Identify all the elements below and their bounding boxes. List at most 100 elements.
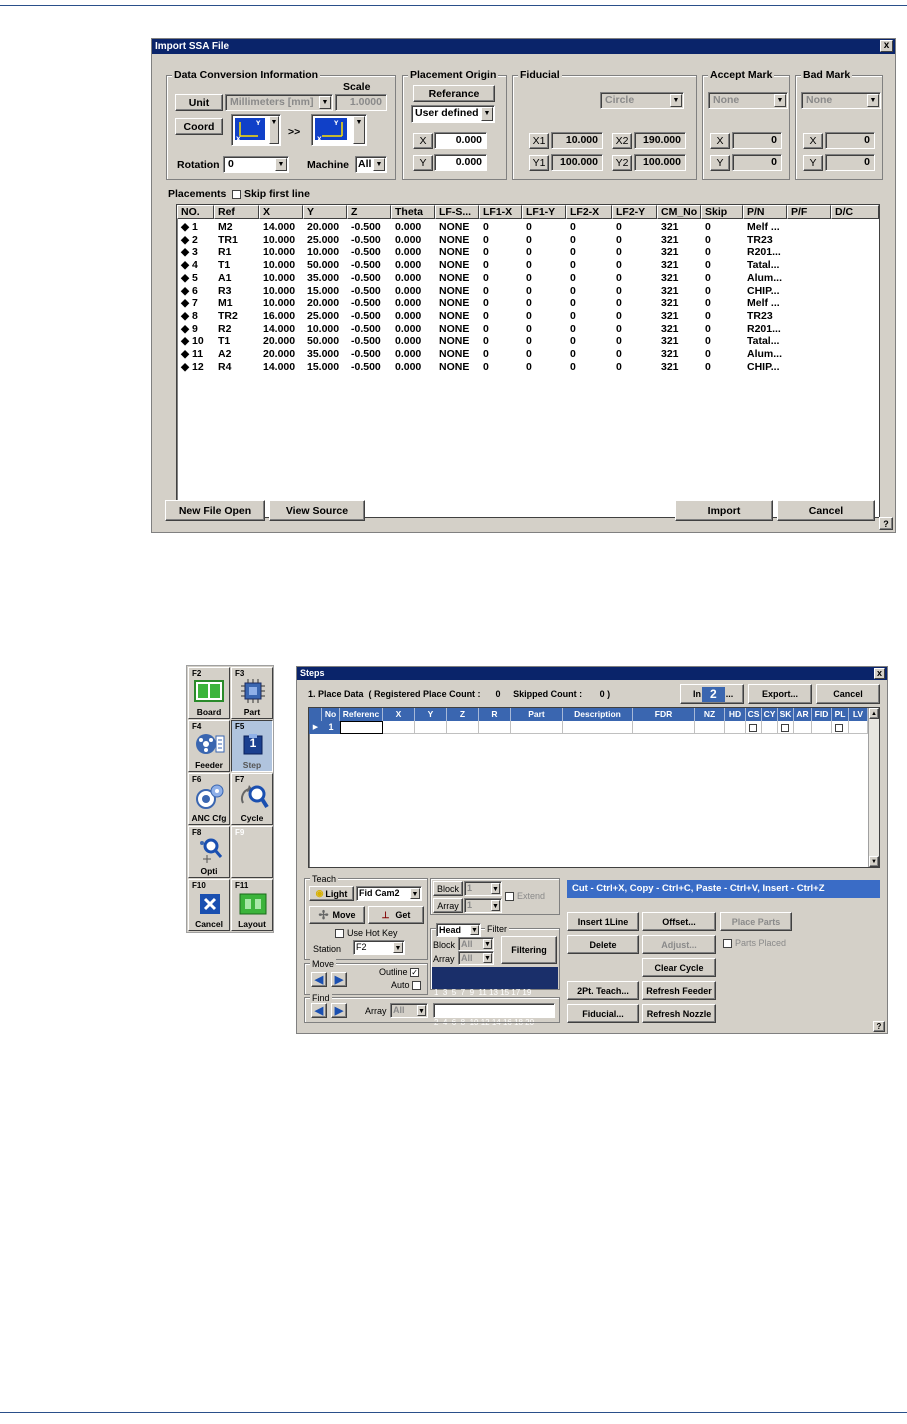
column-header[interactable]: Y [303, 205, 347, 219]
grid-column-header[interactable]: FDR [633, 708, 695, 721]
grid-column-header[interactable]: HD [725, 708, 746, 721]
grid-cell[interactable] [832, 721, 849, 734]
array-select[interactable]: 1 ▼ [464, 898, 502, 913]
auto-checkbox[interactable]: Auto [391, 979, 424, 992]
grid-cell[interactable] [633, 721, 695, 734]
grid-cell[interactable] [725, 721, 746, 734]
grid-cell[interactable] [511, 721, 563, 734]
camera-select[interactable]: Fid Cam2 ▼ [356, 886, 422, 901]
part-button[interactable]: F3 Part [231, 667, 273, 719]
grid-cell[interactable] [447, 721, 479, 734]
column-header[interactable]: P/N [743, 205, 787, 219]
head-select[interactable]: Head ▼ [436, 923, 481, 937]
move-left-icon[interactable]: ◀ [311, 972, 327, 987]
table-row[interactable]: ◆ 2 TR1 10.000 25.000 -0.500 0.000 NONE 0 0 0 0 321… [177, 234, 877, 247]
column-header[interactable]: CM_No [657, 205, 701, 219]
grid-column-header[interactable]: No [322, 708, 340, 721]
column-header[interactable]: LF2-X [566, 205, 612, 219]
grid-cell[interactable] [762, 721, 778, 734]
find-next-icon[interactable]: ▶ [331, 1003, 347, 1018]
column-header[interactable]: NO. [177, 205, 214, 219]
refresh-feeder-button[interactable]: Refresh Feeder [642, 981, 716, 1000]
checkbox-icon[interactable] [781, 724, 789, 733]
cancel-button[interactable]: Cancel [777, 500, 875, 521]
grid-column-header[interactable]: Y [415, 708, 447, 721]
grid-cell[interactable] [746, 721, 762, 734]
grid-column-header[interactable]: Referenc [340, 708, 383, 721]
grid-row[interactable]: ▶ 1 [309, 721, 868, 734]
column-header[interactable]: Theta [391, 205, 435, 219]
column-header[interactable]: P/F [787, 205, 831, 219]
block-select[interactable]: 1 ▼ [464, 881, 502, 896]
grid-cell[interactable] [794, 721, 812, 734]
grid-cell[interactable] [812, 721, 832, 734]
grid-column-header[interactable]: SK [778, 708, 794, 721]
move-button[interactable]: ✢ Move [309, 906, 365, 924]
placements-table[interactable]: NO. Ref X Y Z Theta LF-S... LF1-X LF1-Y LF2-X LF2-… [176, 204, 880, 518]
close-icon[interactable]: x [874, 668, 885, 679]
grid-column-header[interactable]: FID [812, 708, 832, 721]
unit-select[interactable]: Millimeters [mm] ▼ [225, 94, 333, 111]
head-selector[interactable]: 1 3 5 7 9 11 13 15 17 19 2 4 6 8 10 12 1… [432, 967, 558, 1027]
bad-y-field[interactable]: 0 [825, 154, 875, 171]
grid-cell[interactable] [340, 721, 383, 734]
use-hot-key-checkbox[interactable]: Use Hot Key [335, 927, 398, 940]
fiducial-shape-select[interactable]: Circle ▼ [600, 92, 684, 109]
table-row[interactable]: ◆ 7 M1 10.000 20.000 -0.500 0.000 NONE 0 0 0 0 321 0… [177, 297, 877, 310]
grid-column-header[interactable]: CY [762, 708, 778, 721]
origin-x-field[interactable]: 0.000 [434, 132, 487, 149]
skip-first-line-checkbox[interactable]: Skip first line [232, 188, 310, 201]
grid-cell[interactable] [849, 721, 868, 734]
table-row[interactable]: ◆ 8 TR2 16.000 25.000 -0.500 0.000 NONE 0 0 0 0 321… [177, 310, 877, 323]
grid-column-header[interactable]: LV [849, 708, 868, 721]
accept-x-field[interactable]: 0 [732, 132, 782, 149]
table-row[interactable]: ◆ 12 R4 14.000 15.000 -0.500 0.000 NONE 0 0 0 0 321… [177, 361, 877, 374]
adjust-button[interactable]: Adjust... [642, 935, 716, 954]
bad-x-field[interactable]: 0 [825, 132, 875, 149]
coord-target-select[interactable]: XY ▼ [311, 114, 367, 146]
accept-y-field[interactable]: 0 [732, 154, 782, 171]
vertical-scrollbar[interactable]: ▲ ▼ [868, 708, 879, 867]
new-file-open-button[interactable]: New File Open [165, 500, 265, 521]
grid-column-header[interactable]: PL [832, 708, 849, 721]
grid-cell[interactable] [479, 721, 511, 734]
opti-button[interactable]: F8 Opti [188, 826, 230, 878]
checkbox-icon[interactable] [835, 724, 843, 733]
grid-cell[interactable] [778, 721, 794, 734]
referance-button[interactable]: Referance [413, 85, 495, 102]
origin-mode-select[interactable]: User defined ▼ [411, 105, 495, 123]
table-row[interactable]: ◆ 1 M2 14.000 20.000 -0.500 0.000 NONE 0 0 0 0 321 0… [177, 221, 877, 234]
grid-column-header[interactable]: X [383, 708, 415, 721]
column-header[interactable]: D/C [831, 205, 879, 219]
table-row[interactable]: ◆ 6 R3 10.000 15.000 -0.500 0.000 NONE 0 0 0 0 321 0… [177, 285, 877, 298]
grid-cell[interactable] [695, 721, 725, 734]
anc-cfg-button[interactable]: F6 ANC Cfg [188, 773, 230, 825]
light-button[interactable]: ◉ Light [309, 886, 354, 901]
grid-column-header[interactable]: Z [447, 708, 479, 721]
export-button[interactable]: Export... [748, 684, 812, 704]
coord-button[interactable]: Coord [175, 118, 223, 135]
scroll-down-icon[interactable]: ▼ [869, 856, 879, 867]
clear-cycle-button[interactable]: Clear Cycle [642, 958, 716, 977]
steps-grid[interactable]: No Referenc X Y Z R Part Description FDR NZ HD CS CY… [308, 707, 880, 868]
view-source-button[interactable]: View Source [269, 500, 365, 521]
layout-button[interactable]: F11 Layout [231, 879, 273, 931]
grid-cell[interactable] [383, 721, 415, 734]
fiducial-y1-field[interactable]: 100.000 [551, 154, 603, 171]
steps-cancel-button[interactable]: Cancel [816, 684, 880, 704]
column-header[interactable]: X [259, 205, 303, 219]
parts-placed-checkbox[interactable]: Parts Placed [723, 937, 786, 950]
refresh-nozzle-button[interactable]: Refresh Nozzle [642, 1004, 716, 1023]
outline-checkbox[interactable]: Outline ✓ [379, 966, 422, 979]
cancel-function-button[interactable]: F10 Cancel [188, 879, 230, 931]
column-header[interactable]: Skip [701, 205, 743, 219]
bad-mark-select[interactable]: None ▼ [801, 92, 881, 109]
cycle-button[interactable]: F7 Cycle [231, 773, 273, 825]
import-steps-button[interactable]: In 2 ... [680, 684, 744, 704]
unit-button[interactable]: Unit [175, 94, 223, 111]
rotation-select[interactable]: 0 ▼ [223, 156, 289, 173]
import-button[interactable]: Import [675, 500, 773, 521]
column-header[interactable]: LF2-Y [612, 205, 657, 219]
grid-column-header[interactable]: NZ [695, 708, 725, 721]
help-icon[interactable]: ? [879, 517, 893, 530]
